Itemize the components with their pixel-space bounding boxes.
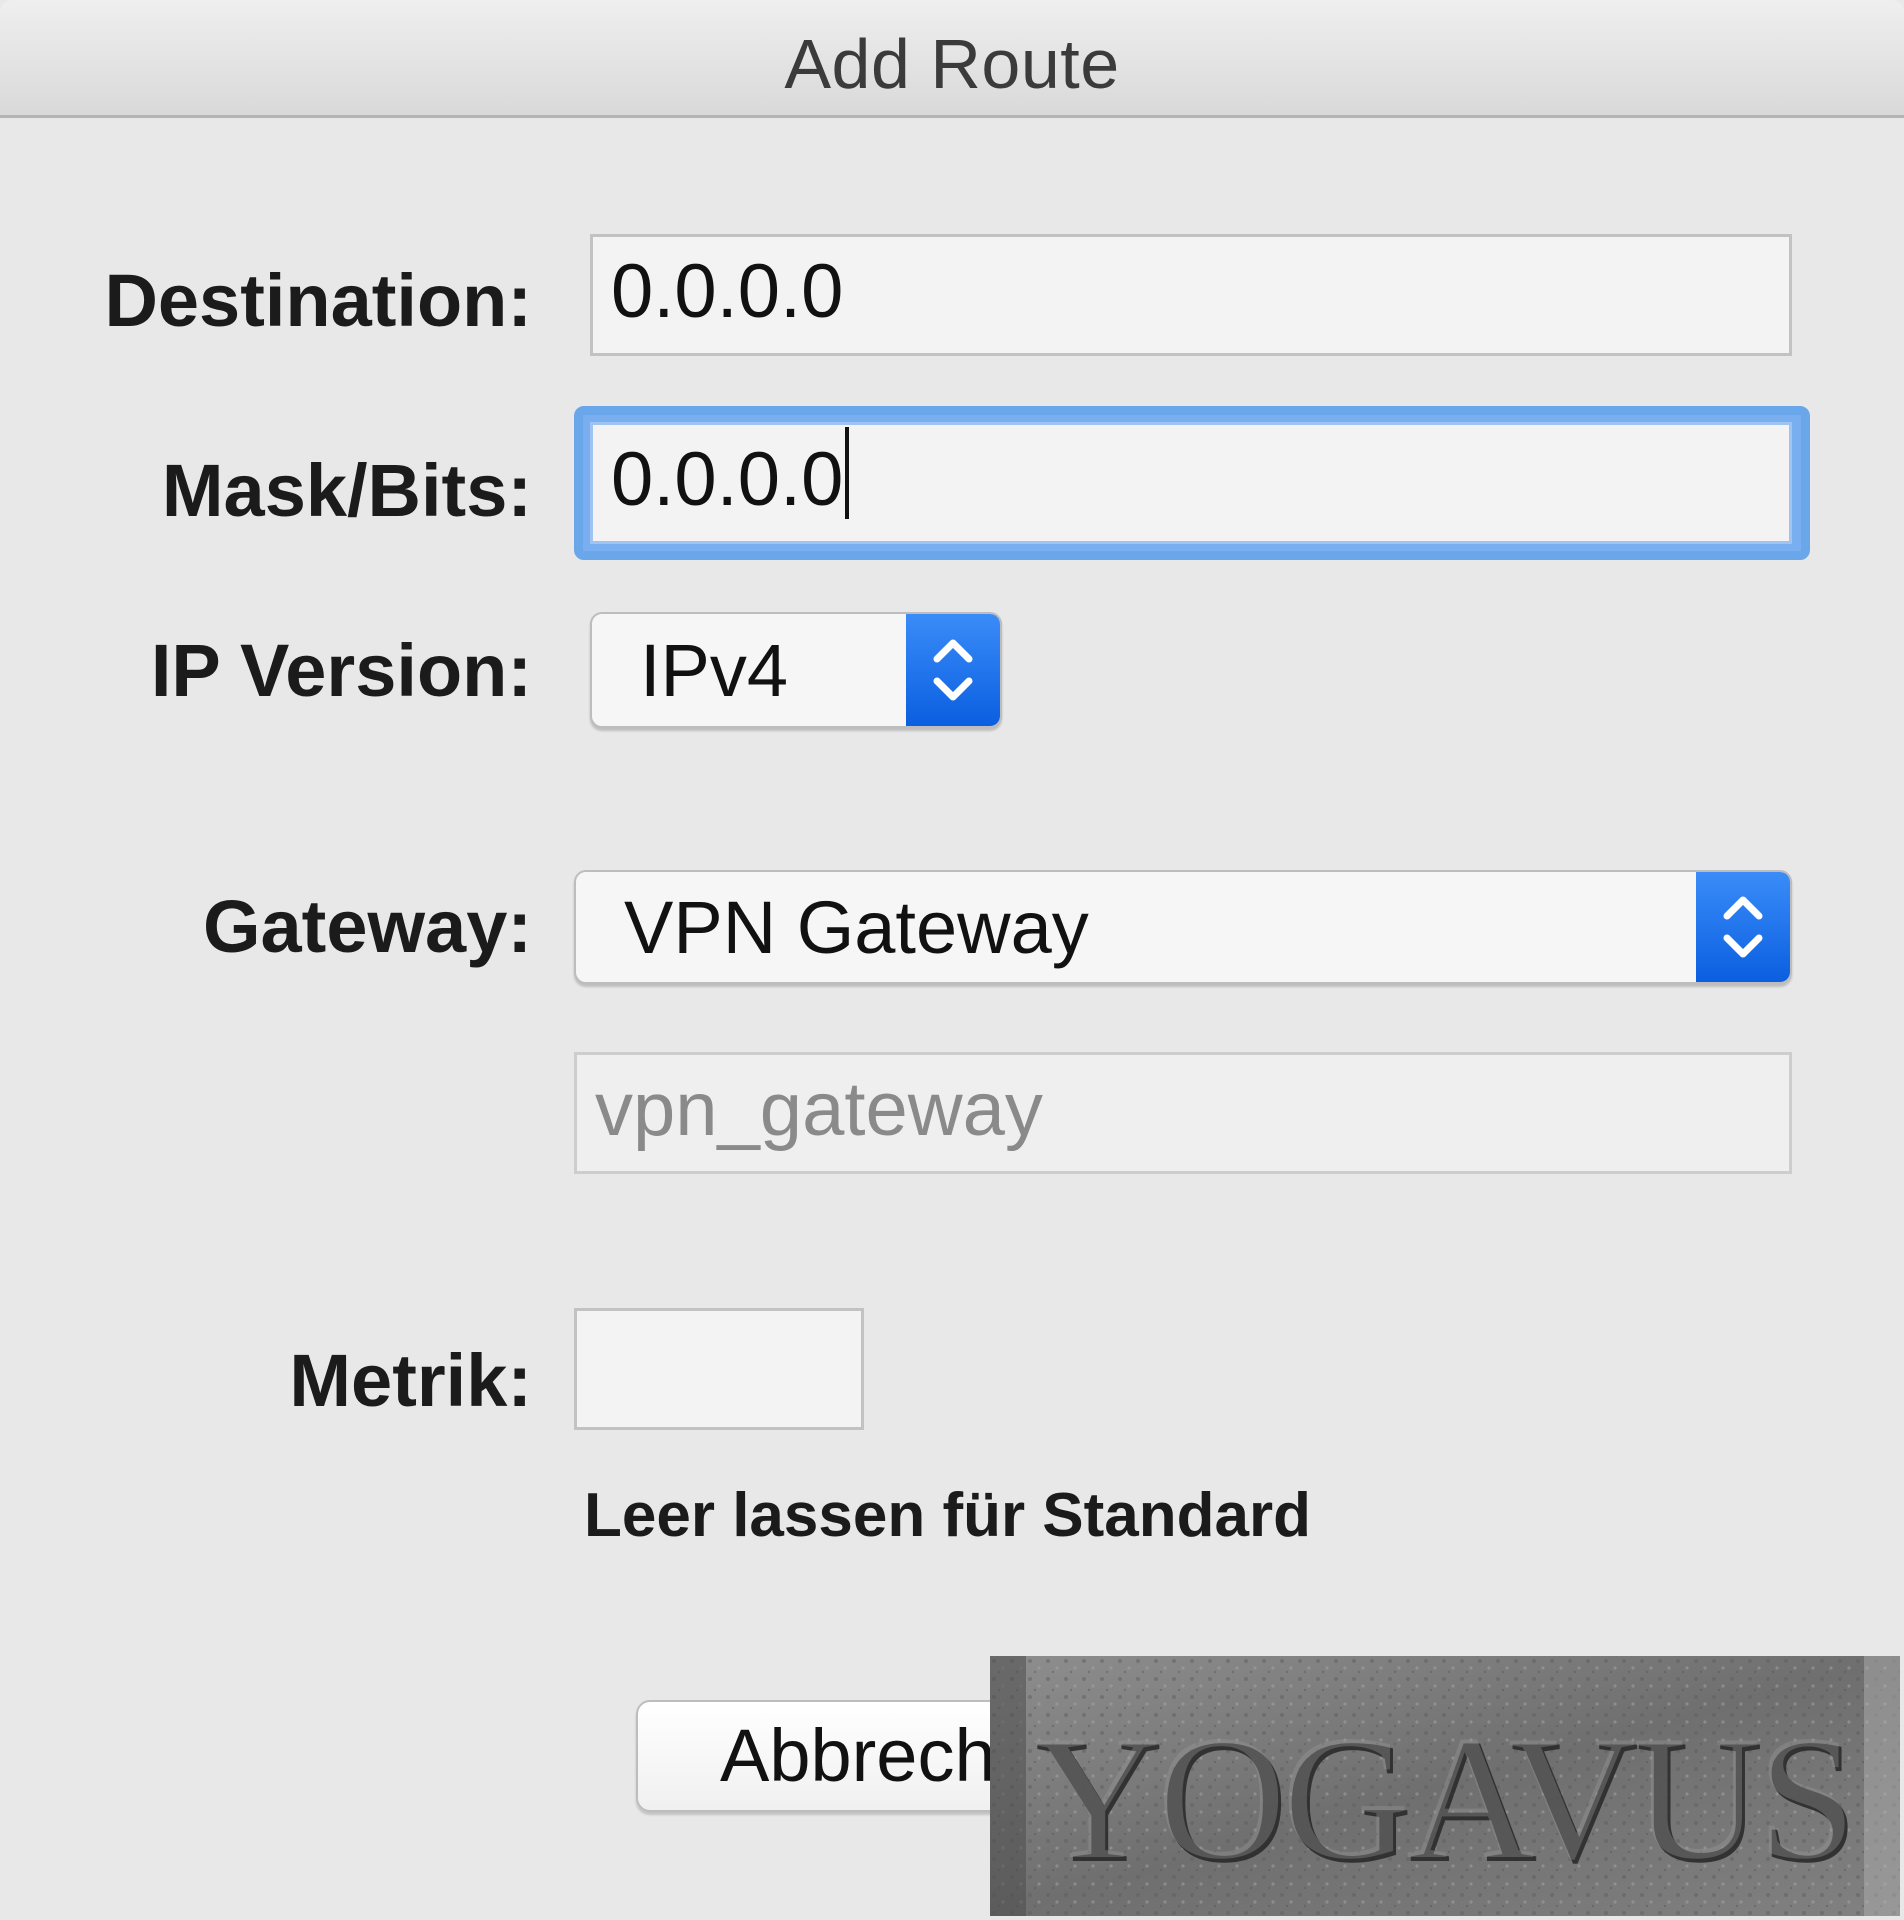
mask-value: 0.0.0.0 <box>611 437 844 522</box>
chevron-up-down-icon <box>1696 872 1790 982</box>
destination-label: Destination: <box>104 259 532 342</box>
ip-version-selected: IPv4 <box>640 628 789 712</box>
gateway-selected: VPN Gateway <box>624 885 1089 969</box>
watermark-logo: YOGAVUS YOGAVUS <box>990 1656 1900 1916</box>
text-caret <box>845 427 850 519</box>
add-route-dialog: Add Route Destination: 0.0.0.0 Mask/Bits… <box>0 0 1904 1920</box>
metric-field[interactable] <box>574 1308 864 1430</box>
ip-version-label: IP Version: <box>150 629 532 712</box>
window-title: Add Route <box>784 25 1120 103</box>
mask-field[interactable]: 0.0.0.0 <box>590 422 1792 544</box>
gateway-address-placeholder: vpn_gateway <box>595 1067 1043 1152</box>
metric-hint: Leer lassen für Standard <box>584 1481 1312 1550</box>
gateway-address-field[interactable]: vpn_gateway <box>574 1052 1792 1174</box>
chevron-up-down-icon <box>906 614 1000 726</box>
destination-field[interactable]: 0.0.0.0 <box>590 234 1792 356</box>
gateway-select[interactable]: VPN Gateway <box>574 870 1792 984</box>
gateway-label: Gateway: <box>202 885 532 968</box>
mask-label: Mask/Bits: <box>161 449 532 532</box>
metric-label: Metrik: <box>289 1339 532 1422</box>
ip-version-select[interactable]: IPv4 <box>590 612 1002 728</box>
title-bar: Add Route <box>0 0 1904 118</box>
svg-text:YOGAVUS: YOGAVUS <box>1032 1698 1851 1896</box>
destination-value: 0.0.0.0 <box>611 249 844 334</box>
